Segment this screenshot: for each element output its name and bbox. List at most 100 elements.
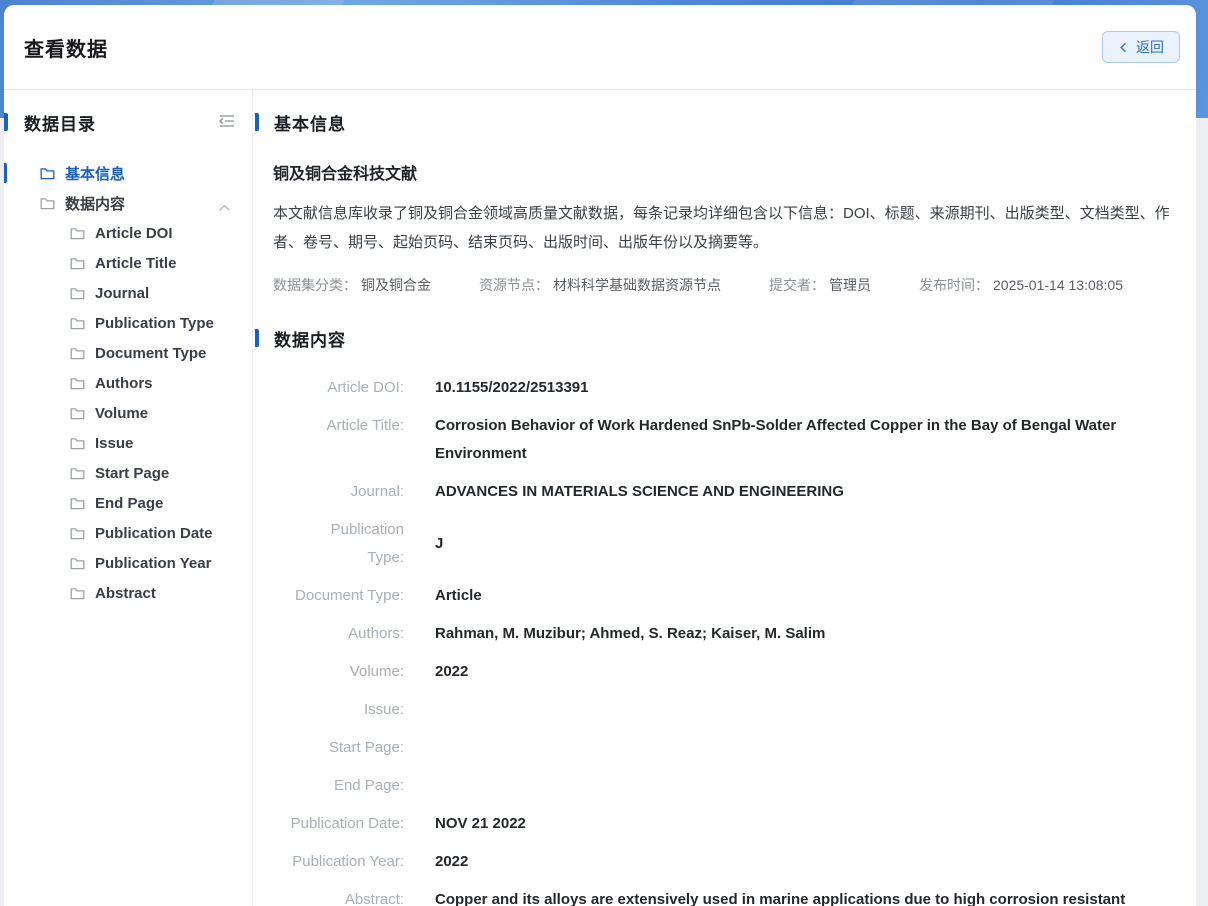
field-label-end-page: End Page: xyxy=(273,772,404,800)
folder-icon xyxy=(70,407,85,420)
field-row-publication-type: Publication Type: J xyxy=(273,516,1182,572)
tree-item-label: Start Page xyxy=(95,465,169,482)
folder-icon xyxy=(70,227,85,240)
sidebar-data-catalog: 数据目录 基本信息数据内容 Article DOI Article Title Jou… xyxy=(4,90,253,906)
field-value-volume: 2022 xyxy=(435,658,468,686)
field-value-article-doi: 10.1155/2022/2513391 xyxy=(435,374,589,402)
page-title: 查看数据 xyxy=(24,33,108,62)
folder-icon xyxy=(70,347,85,360)
field-label-volume: Volume: xyxy=(273,658,404,686)
tree-item-label: End Page xyxy=(95,495,163,512)
field-value-article-title: Corrosion Behavior of Work Hardened SnPb… xyxy=(435,412,1157,468)
chevron-left-icon xyxy=(1118,42,1129,53)
field-value-publication-date: NOV 21 2022 xyxy=(435,810,526,838)
section-title-basic-info: 基本信息 xyxy=(274,110,346,135)
folder-icon xyxy=(70,587,85,600)
field-value-publication-year: 2022 xyxy=(435,848,468,876)
tree-item-start-page[interactable]: Start Page xyxy=(4,458,252,488)
field-row-document-type: Document Type:Article xyxy=(273,582,1182,610)
tree-item-publication-type[interactable]: Publication Type xyxy=(4,308,252,338)
meta-item-dataset-category: 数据集分类：铜及铜合金 xyxy=(273,275,431,295)
field-row-abstract: Abstract:Copper and its alloys are exten… xyxy=(273,886,1182,906)
meta-item-resource-node: 资源节点：材料科学基础数据资源节点 xyxy=(479,275,721,295)
tree-item-label: Authors xyxy=(95,375,153,392)
tree-item-label: Abstract xyxy=(95,585,156,602)
tree-item-volume[interactable]: Volume xyxy=(4,398,252,428)
sidebar-header: 数据目录 xyxy=(4,112,252,132)
tree-item-basic-info[interactable]: 基本信息 xyxy=(4,158,252,188)
tree-item-label: Article DOI xyxy=(95,225,173,242)
tree-item-authors[interactable]: Authors xyxy=(4,368,252,398)
back-button-label: 返回 xyxy=(1136,37,1164,57)
meta-item-submitter: 提交者：管理员 xyxy=(769,275,871,295)
field-label-issue: Issue: xyxy=(273,696,404,724)
meta-value: 2025-01-14 13:08:05 xyxy=(993,277,1123,293)
tree-item-journal[interactable]: Journal xyxy=(4,278,252,308)
folder-icon xyxy=(70,287,85,300)
tree-item-label: Document Type xyxy=(95,345,206,362)
back-button[interactable]: 返回 xyxy=(1102,31,1180,63)
card-body: 数据目录 基本信息数据内容 Article DOI Article Title Jou… xyxy=(4,90,1196,906)
tree-item-label: 基本信息 xyxy=(65,163,125,184)
field-row-authors: Authors: Rahman, M. Muzibur; Ahmed, S. Re… xyxy=(273,620,1182,648)
folder-icon xyxy=(40,167,55,180)
sidebar-title: 数据目录 xyxy=(24,110,96,135)
tree-item-publication-year[interactable]: Publication Year xyxy=(4,548,252,578)
folder-icon xyxy=(70,467,85,480)
tree-item-label: Journal xyxy=(95,285,149,302)
meta-label: 发布时间： xyxy=(919,277,989,293)
accent-bar xyxy=(4,113,8,131)
field-row-publication-year: Publication Year: 2022 xyxy=(273,848,1182,876)
tree-item-label: 数据内容 xyxy=(65,193,125,214)
tree-item-article-doi[interactable]: Article DOI xyxy=(4,218,252,248)
field-value-publication-type: J xyxy=(435,530,443,558)
meta-value: 材料科学基础数据资源节点 xyxy=(553,277,721,293)
tree-item-data-content[interactable]: 数据内容 xyxy=(4,188,252,218)
field-label-publication-year: Publication Year: xyxy=(273,848,404,876)
folder-icon xyxy=(70,527,85,540)
field-row-issue: Issue: xyxy=(273,696,1182,724)
field-label-publication-date: Publication Date: xyxy=(273,810,404,838)
tree-item-label: Publication Type xyxy=(95,315,214,332)
tree-item-abstract[interactable]: Abstract xyxy=(4,578,252,608)
section-title-data-content: 数据内容 xyxy=(274,326,346,351)
meta-label: 提交者： xyxy=(769,277,825,293)
field-label-document-type: Document Type: xyxy=(273,582,404,610)
field-label-start-page: Start Page: xyxy=(273,734,404,762)
field-row-journal: Journal:ADVANCES IN MATERIALS SCIENCE AN… xyxy=(273,478,1182,506)
field-label-article-doi: Article DOI: xyxy=(273,374,404,402)
folder-icon xyxy=(70,437,85,450)
menu-fold-icon[interactable] xyxy=(218,113,236,134)
card-header: 查看数据 返回 xyxy=(4,5,1196,90)
folder-icon xyxy=(70,497,85,510)
field-row-publication-date: Publication Date: NOV 21 2022 xyxy=(273,810,1182,838)
tree-item-publication-date[interactable]: Publication Date xyxy=(4,518,252,548)
folder-icon xyxy=(70,317,85,330)
main-panel: 基本信息 铜及铜合金科技文献 本文献信息库收录了铜及铜合金领域高质量文献数据，每… xyxy=(253,90,1196,906)
tree-item-label: Publication Year xyxy=(95,555,211,572)
view-data-card: 查看数据 返回 数据目录 xyxy=(4,5,1196,906)
field-value-journal: ADVANCES IN MATERIALS SCIENCE AND ENGINE… xyxy=(435,478,844,506)
active-indicator-bar xyxy=(4,163,7,183)
folder-icon xyxy=(70,377,85,390)
tree-item-article-title[interactable]: Article Title xyxy=(4,248,252,278)
tree-item-issue[interactable]: Issue xyxy=(4,428,252,458)
sidebar-tree: 基本信息数据内容 Article DOI Article Title Journal P… xyxy=(4,158,252,608)
field-row-article-title: Article Title:Corrosion Behavior of Work… xyxy=(273,412,1182,468)
meta-value: 管理员 xyxy=(829,277,871,293)
field-label-publication-type: Publication Type: xyxy=(273,516,404,572)
chevron-up-icon[interactable] xyxy=(218,199,231,217)
tree-item-label: Publication Date xyxy=(95,525,213,542)
field-row-article-doi: Article DOI: 10.1155/2022/2513391 xyxy=(273,374,1182,402)
tree-item-end-page[interactable]: End Page xyxy=(4,488,252,518)
field-label-authors: Authors: xyxy=(273,620,404,648)
field-row-end-page: End Page: xyxy=(273,772,1182,800)
field-value-authors: Rahman, M. Muzibur; Ahmed, S. Reaz; Kais… xyxy=(435,620,825,648)
field-row-volume: Volume: 2022 xyxy=(273,658,1182,686)
tree-item-document-type[interactable]: Document Type xyxy=(4,338,252,368)
accent-bar xyxy=(255,113,259,131)
folder-icon xyxy=(40,197,55,210)
meta-item-publish-time: 发布时间：2025-01-14 13:08:05 xyxy=(919,275,1123,295)
dataset-description: 本文献信息库收录了铜及铜合金领域高质量文献数据，每条记录均详细包含以下信息：DO… xyxy=(273,199,1182,257)
tree-item-label: Issue xyxy=(95,435,133,452)
